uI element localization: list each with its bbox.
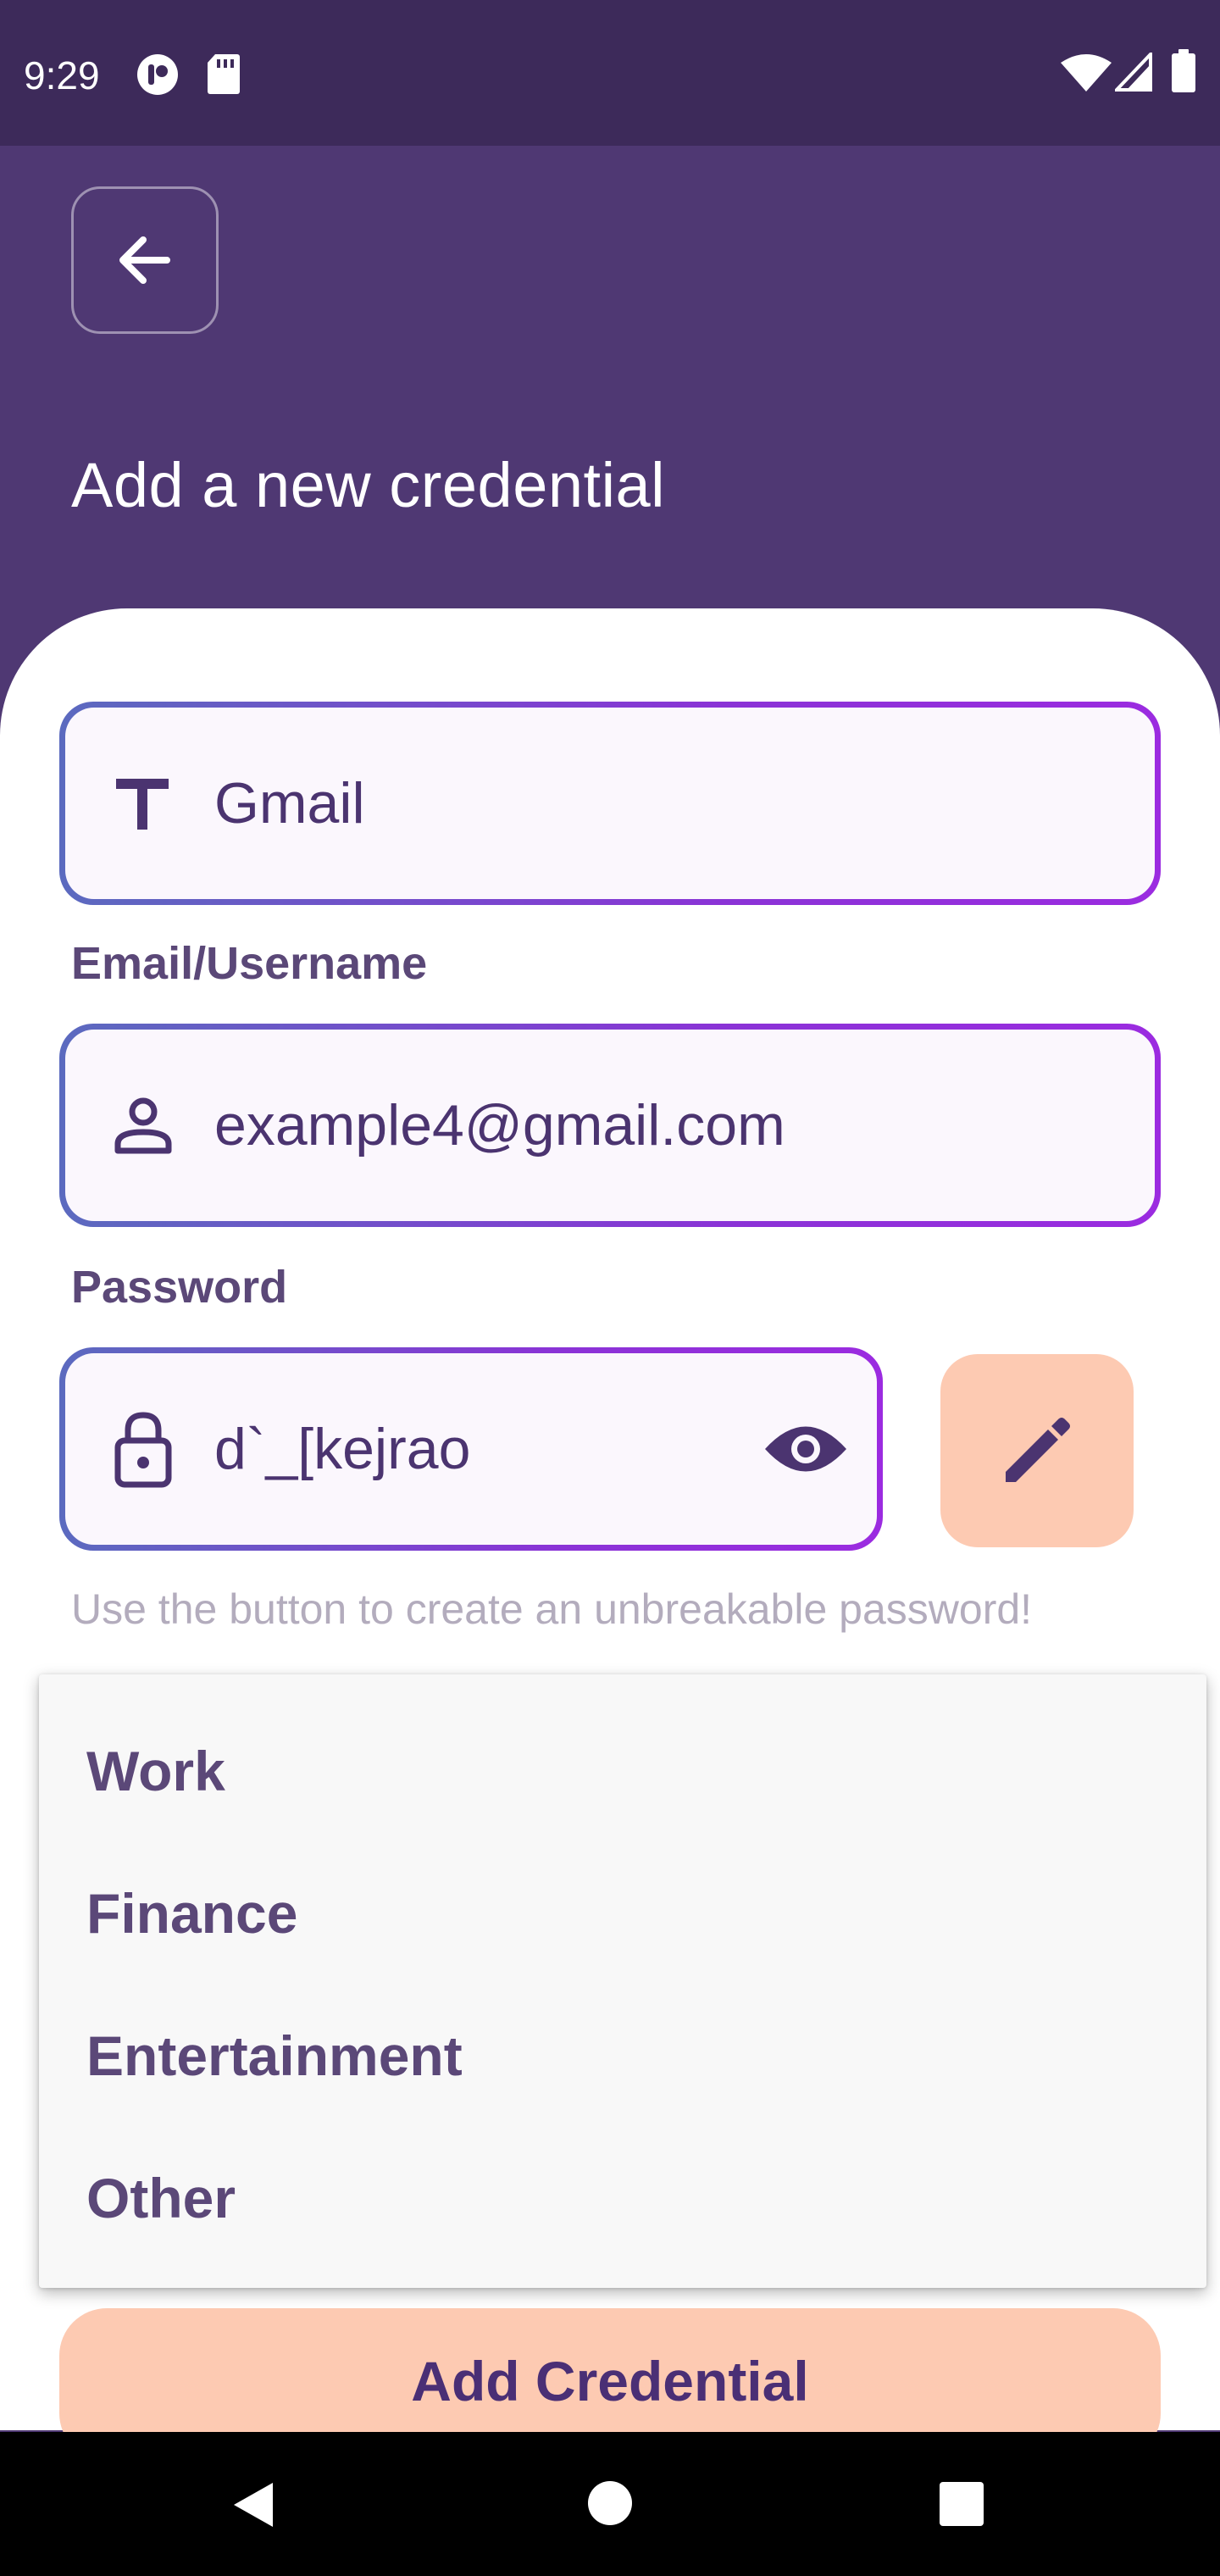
back-button[interactable] [71, 186, 219, 334]
battery-icon [1172, 49, 1195, 92]
sd-card-icon [208, 54, 240, 94]
dropdown-item-entertainment[interactable]: Entertainment [86, 2024, 463, 2088]
dropdown-item-other[interactable]: Other [86, 2166, 236, 2230]
wifi-icon [1061, 54, 1112, 92]
signal-icon [1115, 53, 1152, 92]
email-label: Email/Username [71, 938, 428, 989]
dropdown-item-finance[interactable]: Finance [86, 1881, 297, 1946]
back-triangle-icon[interactable] [229, 2479, 280, 2530]
status-time: 9:29 [24, 53, 100, 97]
email-field[interactable]: example4@gmail.com [59, 1024, 1161, 1227]
add-credential-label: Add Credential [411, 2350, 809, 2412]
password-hint: Use the button to create an unbreakable … [71, 1585, 1033, 1633]
text-t-icon [116, 779, 169, 830]
navigation-bar [0, 2432, 1220, 2576]
generate-password-button[interactable] [940, 1354, 1134, 1547]
email-field-value: example4@gmail.com [214, 1093, 785, 1158]
password-label: Password [71, 1262, 288, 1313]
password-field[interactable]: d`_[kejrao [59, 1347, 883, 1551]
title-field-value: Gmail [214, 771, 365, 836]
password-field-value: d`_[kejrao [214, 1417, 471, 1481]
eye-icon[interactable] [763, 1419, 848, 1479]
page-title: Add a new credential [71, 450, 666, 520]
category-dropdown-menu: Work Finance Entertainment Other [39, 1674, 1206, 2288]
dropdown-item-work[interactable]: Work [86, 1739, 225, 1803]
pencil-icon [1006, 1418, 1070, 1482]
home-circle-icon[interactable] [586, 2479, 634, 2527]
status-bar: 9:29 [0, 0, 1220, 146]
person-icon [114, 1097, 172, 1154]
title-field[interactable]: Gmail [59, 702, 1161, 905]
lock-icon [114, 1412, 172, 1488]
recents-square-icon[interactable] [939, 2481, 984, 2527]
arrow-left-icon [119, 236, 170, 284]
privacy-indicator-icon [137, 54, 178, 95]
